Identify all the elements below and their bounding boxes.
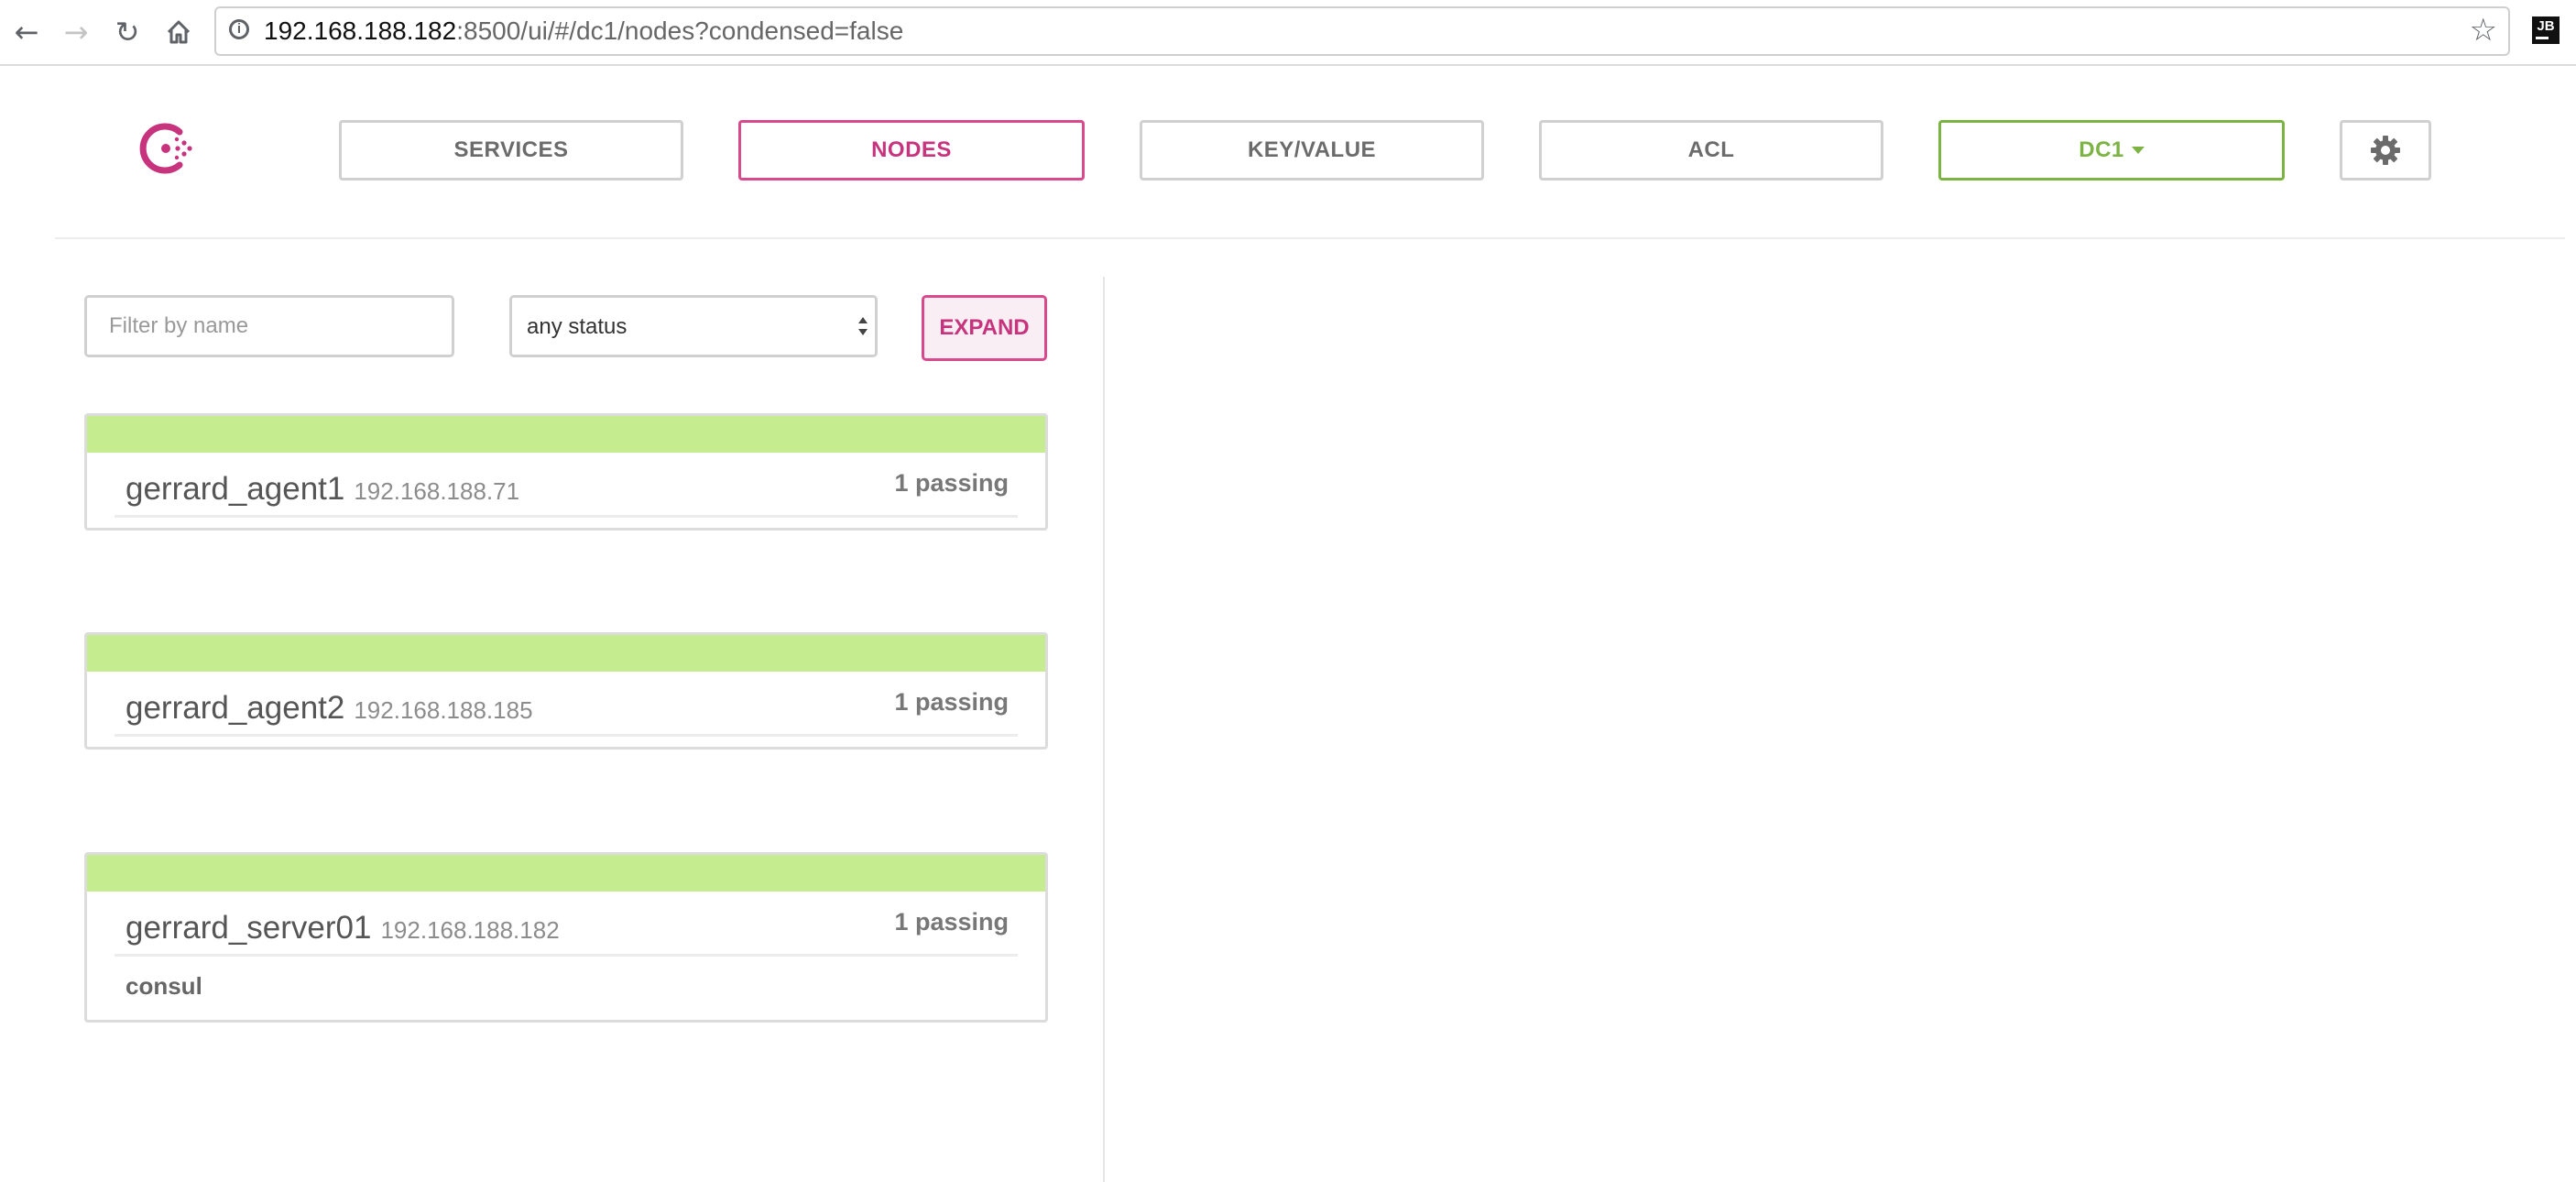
node-checks-status: 1 passing xyxy=(894,908,1009,936)
datacenter-label: DC1 xyxy=(2079,137,2124,162)
info-icon[interactable]: i xyxy=(229,19,249,39)
node-name: gerrard_server01 192.168.188.182 xyxy=(126,910,560,946)
node-checks-status: 1 passing xyxy=(894,469,1009,497)
status-filter-value: any status xyxy=(527,314,628,339)
star-icon[interactable]: ☆ xyxy=(2470,12,2497,49)
url-path: :8500/ui/#/dc1/nodes?condensed=false xyxy=(456,16,904,45)
url-host: 192.168.188.182 xyxy=(264,16,457,45)
expand-button[interactable]: EXPAND xyxy=(922,295,1047,361)
node-summary: gerrard_server01 192.168.188.182 1 passin… xyxy=(115,892,1018,957)
health-status-bar xyxy=(87,416,1045,453)
arrow-left-icon[interactable]: ← xyxy=(5,11,48,53)
arrow-right-icon[interactable]: → xyxy=(55,11,97,53)
consul-logo-icon[interactable] xyxy=(139,121,194,176)
node-summary: gerrard_agent1 192.168.188.71 1 passing xyxy=(115,453,1018,518)
node-service-tag: consul xyxy=(126,972,202,1000)
datacenter-dropdown[interactable]: DC1 xyxy=(1938,120,2285,181)
node-name: gerrard_agent2 192.168.188.185 xyxy=(126,690,533,726)
node-checks-status: 1 passing xyxy=(894,688,1009,716)
node-address: 192.168.188.185 xyxy=(354,696,533,724)
health-status-bar xyxy=(87,635,1045,672)
header-divider xyxy=(55,237,2565,239)
caret-down-icon xyxy=(2131,147,2145,154)
node-summary: gerrard_agent2 192.168.188.185 1 passing xyxy=(115,672,1018,737)
health-status-bar xyxy=(87,855,1045,892)
extension-icon[interactable]: JB xyxy=(2532,16,2560,44)
filter-by-name-input[interactable] xyxy=(84,295,454,357)
node-address: 192.168.188.71 xyxy=(354,477,520,505)
home-icon[interactable] xyxy=(158,11,200,53)
nav-acl-button[interactable]: ACL xyxy=(1539,120,1883,181)
settings-button[interactable] xyxy=(2340,120,2431,181)
status-filter-select[interactable]: any status xyxy=(509,295,878,357)
select-arrows-icon xyxy=(858,317,868,335)
address-bar[interactable]: i 192.168.188.182:8500/ui/#/dc1/nodes?co… xyxy=(214,6,2510,56)
nav-key-value-button[interactable]: KEY/VALUE xyxy=(1140,120,1484,181)
reload-icon[interactable]: ↻ xyxy=(106,11,148,53)
node-name: gerrard_agent1 192.168.188.71 xyxy=(126,471,520,507)
url-text[interactable]: 192.168.188.182:8500/ui/#/dc1/nodes?cond… xyxy=(264,16,903,46)
gear-icon xyxy=(2371,136,2400,165)
column-divider xyxy=(1103,277,1105,1182)
nav-nodes-button[interactable]: NODES xyxy=(738,120,1085,181)
nav-services-button[interactable]: SERVICES xyxy=(339,120,683,181)
node-card[interactable]: gerrard_server01 192.168.188.182 1 passin… xyxy=(84,852,1048,1023)
node-address: 192.168.188.182 xyxy=(380,916,560,944)
browser-toolbar: ← → ↻ i 192.168.188.182:8500/ui/#/dc1/no… xyxy=(0,0,2576,66)
extension-label: JB xyxy=(2537,18,2555,34)
node-card[interactable]: gerrard_agent2 192.168.188.185 1 passing xyxy=(84,632,1048,750)
node-card[interactable]: gerrard_agent1 192.168.188.71 1 passing xyxy=(84,413,1048,531)
